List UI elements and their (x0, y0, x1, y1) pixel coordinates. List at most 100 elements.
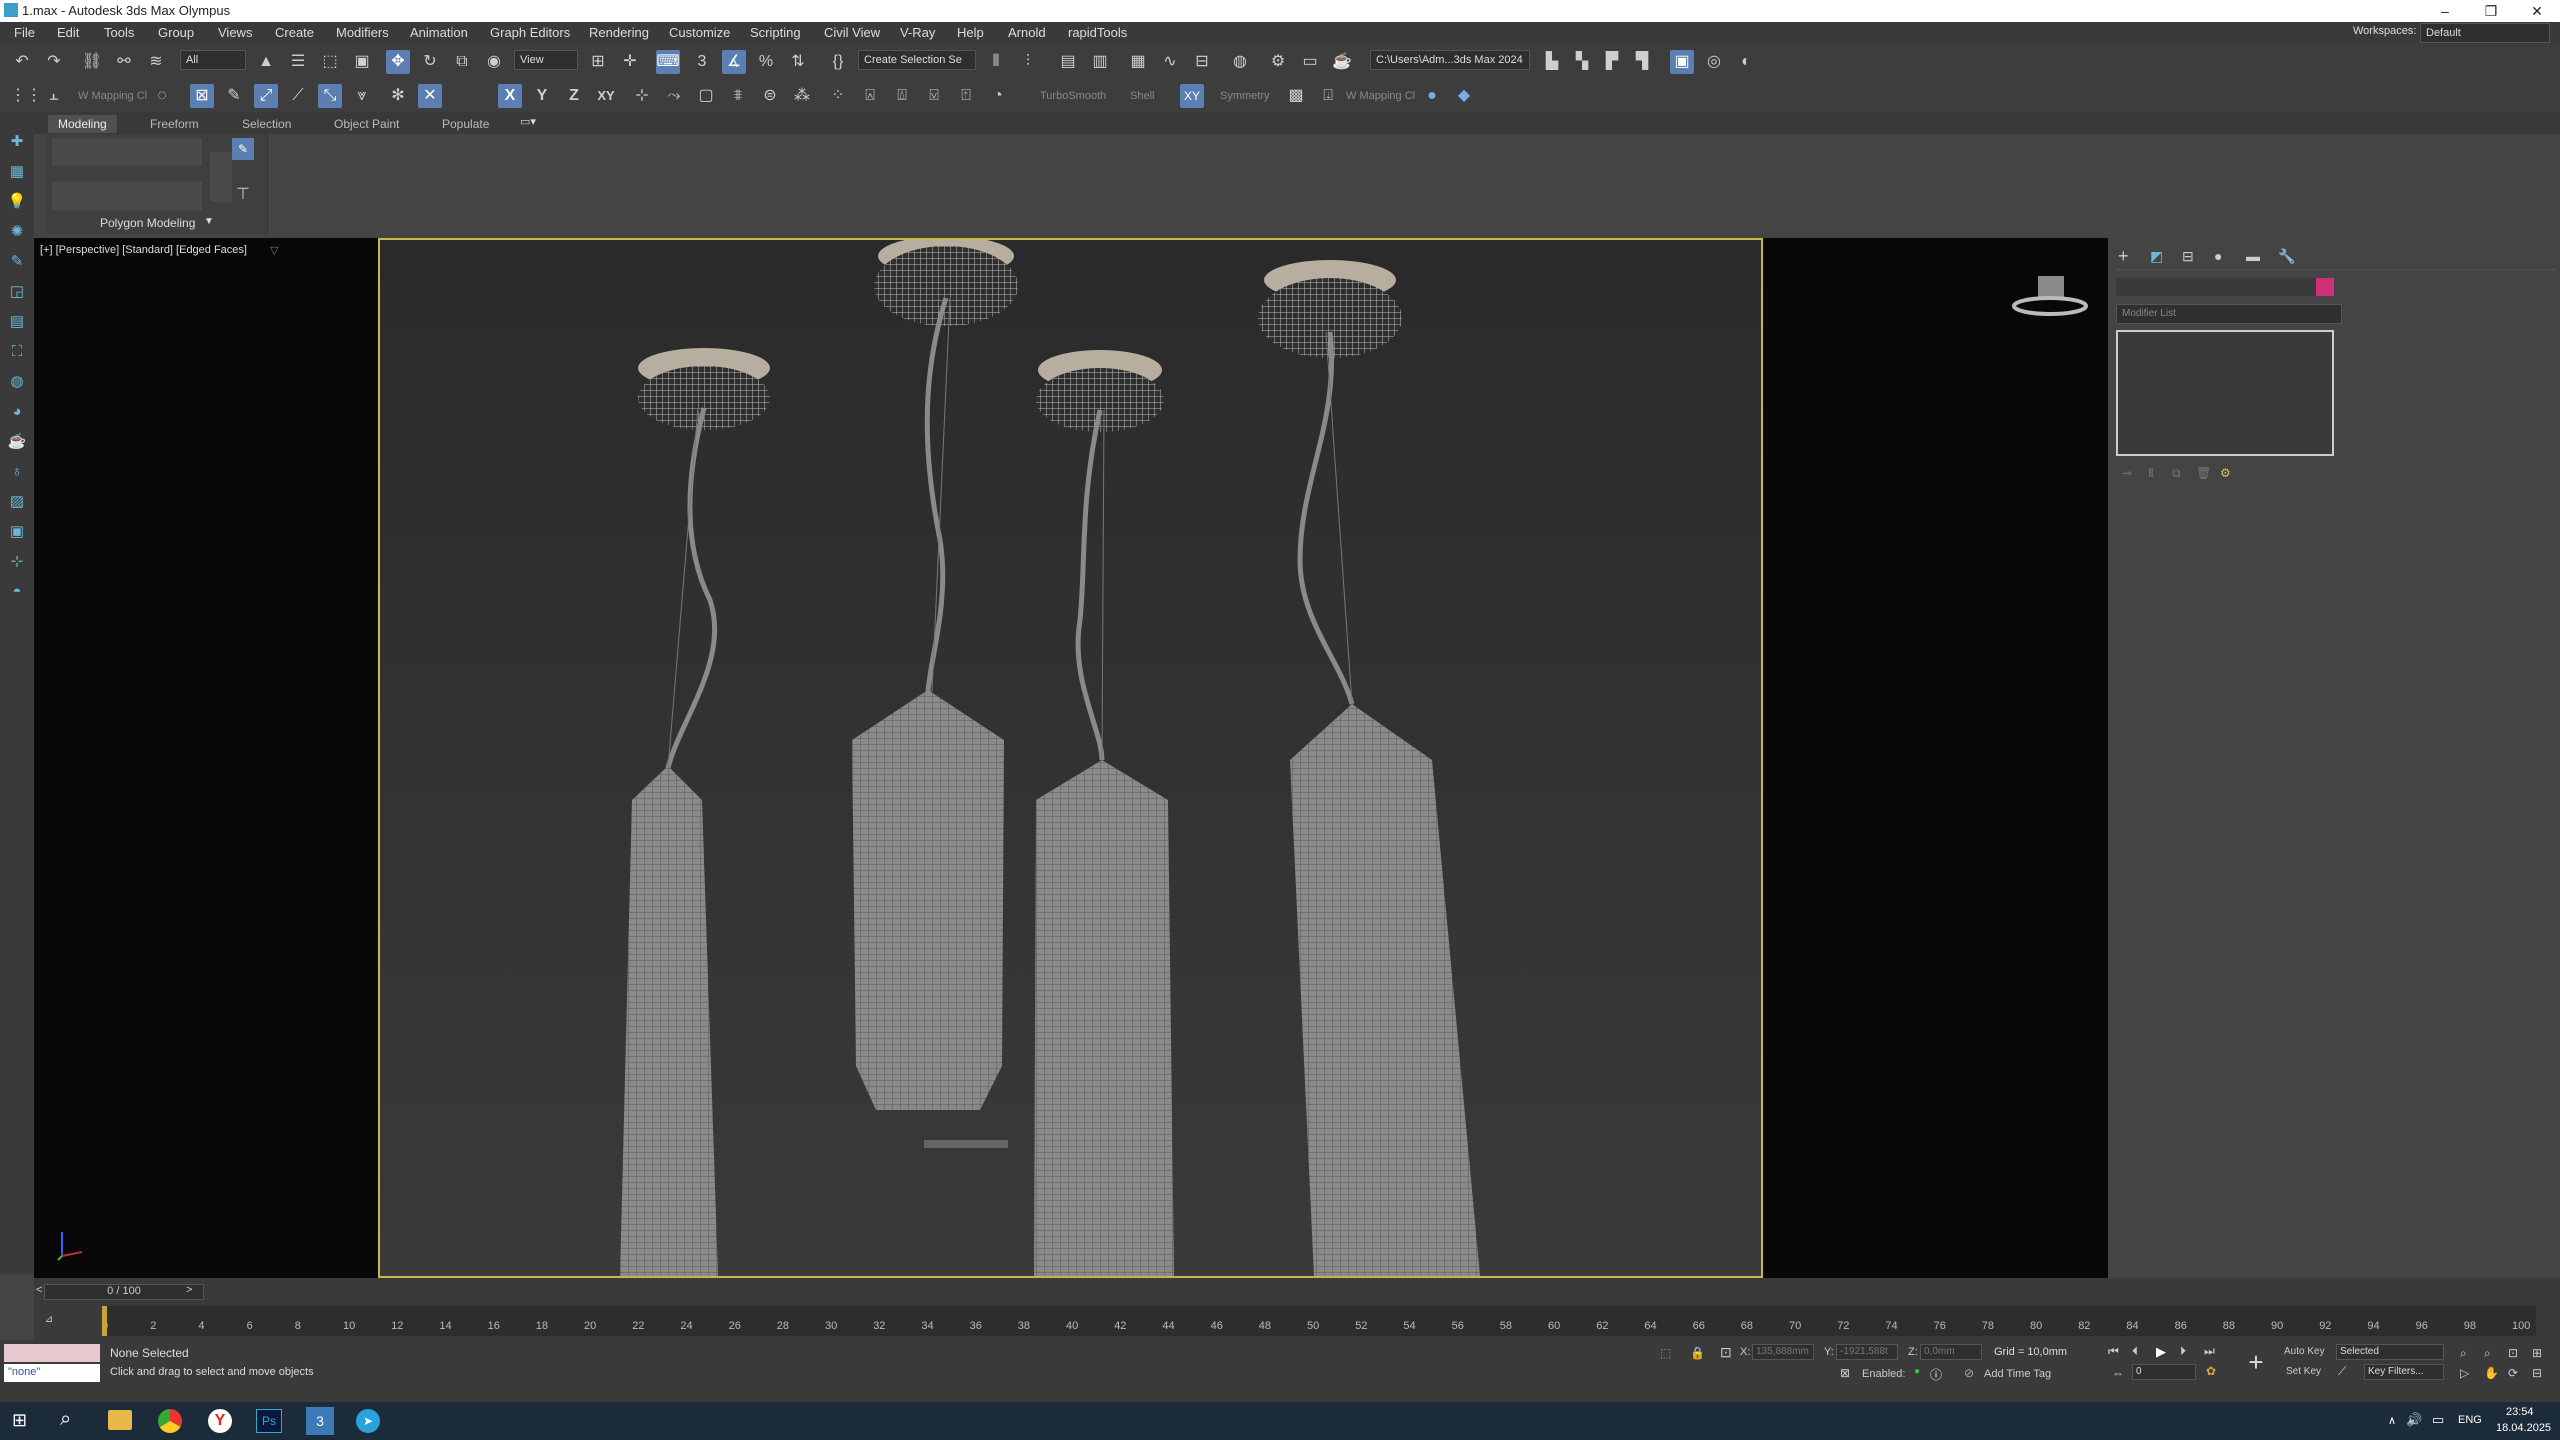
auto-key-button[interactable]: Auto Key (2284, 1346, 2325, 1357)
filter-icon[interactable]: ▽ (270, 244, 278, 257)
go-to-end-icon[interactable]: ⏭ (2204, 1344, 2215, 1359)
vray-interactive-icon[interactable]: ◐ (1734, 50, 1758, 74)
vertex-snap-icon[interactable]: ⊠ (190, 84, 214, 108)
project-folder-icon[interactable]: ▙ (1540, 50, 1564, 74)
minimize-icon[interactable]: – (2422, 0, 2468, 22)
axis-z-button[interactable]: Z (562, 84, 586, 108)
modify-tab-icon[interactable]: ◩ (2150, 248, 2163, 265)
relax-icon[interactable]: ⁘ (826, 84, 850, 108)
symmetry-button[interactable]: Symmetry (1220, 90, 1270, 102)
edge-snap-icon[interactable]: ⤢ (254, 84, 278, 108)
x-coordinate-field[interactable]: 135,888mm (1752, 1344, 1814, 1360)
axis-x-button[interactable]: X (498, 84, 522, 108)
modify-mode-icon[interactable]: ✎ (232, 138, 254, 160)
axis-xy-button[interactable]: XY (594, 84, 618, 108)
menu-animation[interactable]: Animation (410, 25, 468, 40)
chevron-down-icon[interactable]: ▼ (204, 216, 214, 227)
snowflake-icon[interactable]: ✻ (386, 84, 410, 108)
tab-modeling[interactable]: Modeling (48, 115, 117, 133)
set-key-button[interactable]: Set Key (2286, 1366, 2321, 1377)
unlink-icon[interactable]: ⚯ (112, 50, 136, 74)
keyboard-shortcut-toggle-icon[interactable]: ⌨ (656, 50, 680, 74)
hierarchy-tab-icon[interactable]: ⊟ (2182, 248, 2194, 265)
vray-box-icon[interactable]: ◆ (1452, 84, 1476, 108)
create-tab-icon[interactable]: + (2118, 246, 2129, 267)
window-crossing-icon[interactable]: ▣ (350, 50, 374, 74)
w-mapping-label[interactable]: W Mapping Cl (78, 90, 147, 102)
key-set-dropdown[interactable]: Selected (2336, 1344, 2444, 1360)
tab-selection[interactable]: Selection (232, 115, 301, 133)
lock-selection-icon[interactable]: 🔒 (1690, 1346, 1705, 1360)
select-manipulate-icon[interactable]: ✛ (618, 50, 642, 74)
pan-icon[interactable]: ✋ (2484, 1366, 2499, 1380)
start-icon[interactable]: ⊞ (12, 1410, 27, 1431)
modifier-list-dropdown[interactable]: Modifier List (2116, 304, 2342, 324)
shell-button[interactable]: Shell (1130, 90, 1154, 102)
pivot-snap-icon[interactable]: ⤡ (318, 84, 342, 108)
key-tangent-icon[interactable]: ⟋ (2338, 1364, 2346, 1379)
tray-chevron-icon[interactable]: ∧ (2388, 1414, 2396, 1427)
face-snap-icon[interactable]: ⟋ (286, 84, 310, 108)
cylinder-icon[interactable]: ⊜ (758, 84, 782, 108)
photoshop-icon[interactable]: Ps (256, 1409, 282, 1433)
select-object-icon[interactable]: ▲ (254, 50, 278, 74)
viewcube-icon[interactable] (2010, 272, 2090, 322)
grid-icon[interactable]: ⋮⋮ (10, 84, 42, 108)
zoom-all-icon[interactable]: ⌕ (2484, 1346, 2491, 1361)
search-icon[interactable]: ⌕ (60, 1408, 71, 1431)
selection-filter-dropdown[interactable]: All (180, 50, 246, 70)
move-icon[interactable]: ✥ (386, 50, 410, 74)
project-save-icon[interactable]: ▛ (1600, 50, 1624, 74)
panel-icon[interactable]: ▨ (5, 490, 29, 514)
tab-freeform[interactable]: Freeform (140, 115, 209, 133)
pin-stack-icon[interactable]: ⊸ (2122, 466, 2132, 480)
angle-snap-icon[interactable]: ∡ (722, 50, 746, 74)
graphite-icon[interactable]: ⩔ (350, 84, 374, 108)
adaptive-degradation-icon[interactable]: ⊠ (1840, 1366, 1850, 1380)
bind-space-warp-icon[interactable]: ≋ (144, 50, 168, 74)
menu-graph-editors[interactable]: Graph Editors (490, 25, 570, 40)
vray-render-icon[interactable]: ◎ (1702, 50, 1726, 74)
display-tab-icon[interactable]: ▬ (2246, 248, 2260, 264)
material-icon[interactable]: ◍ (5, 370, 29, 394)
clock-time[interactable]: 23:54 (2506, 1406, 2534, 1418)
uvw-icon[interactable]: XY (1180, 84, 1204, 108)
zoom-extents-all-icon[interactable]: ⊞ (2532, 1346, 2542, 1360)
current-frame-field[interactable]: 0 (2132, 1364, 2196, 1380)
ribbon-options-icon[interactable]: ▭▾ (520, 115, 536, 128)
sweep-icon[interactable]: ⁂ (790, 84, 814, 108)
menu-group[interactable]: Group (158, 25, 194, 40)
info-icon[interactable]: ⓘ (1930, 1366, 1942, 1383)
remove-modifier-icon[interactable]: 🗑 (2196, 466, 2211, 480)
lathe-icon[interactable]: ◔ (986, 84, 1010, 108)
maxscript-input[interactable]: "none" (4, 1364, 100, 1382)
file-explorer-icon[interactable] (108, 1410, 132, 1430)
spacing-icon[interactable]: ⤳ (662, 84, 686, 108)
time-tag-icon[interactable]: ⊘ (1964, 1366, 1974, 1380)
brush-icon[interactable]: ⛶ (5, 340, 29, 364)
toggle-scene-explorer-icon[interactable]: ▤ (1056, 50, 1080, 74)
select-by-name-icon[interactable]: ☰ (286, 50, 310, 74)
checker-icon[interactable]: ▩ (1284, 84, 1308, 108)
sun-icon[interactable]: ✺ (5, 220, 29, 244)
zoom-extents-icon[interactable]: ⊡ (2508, 1346, 2518, 1360)
project-path-dropdown[interactable]: C:\Users\Adm...3ds Max 2024 (1370, 50, 1530, 70)
key-mode-icon[interactable]: ⇔ (2112, 1366, 2124, 1380)
percent-snap-icon[interactable]: % (754, 50, 778, 74)
rect-selection-icon[interactable]: ⬚ (318, 50, 342, 74)
menu-rapidtools[interactable]: rapidTools (1068, 25, 1127, 40)
link-icon[interactable]: ⛓ (80, 50, 104, 74)
align-view-icon[interactable]: ⫠ (42, 84, 66, 108)
isolate-icon[interactable]: ⬚ (1660, 1346, 1671, 1360)
mini-curve-editor-icon[interactable]: ⊿ (34, 1306, 64, 1334)
mirror-icon[interactable]: ⫴ (984, 50, 1008, 74)
box-icon[interactable]: ▢ (694, 84, 718, 108)
y-coordinate-field[interactable]: -1921,588t (1836, 1344, 1898, 1360)
next-frame-icon[interactable]: > (186, 1284, 192, 1296)
redo-icon[interactable]: ↷ (42, 50, 66, 74)
rotate-icon[interactable]: ↻ (418, 50, 442, 74)
w-mapping-button[interactable]: W Mapping Cl (1346, 90, 1415, 102)
menu-scripting[interactable]: Scripting (750, 25, 801, 40)
render-icon[interactable]: ▣ (5, 520, 29, 544)
yandex-icon[interactable]: Y (208, 1409, 232, 1433)
